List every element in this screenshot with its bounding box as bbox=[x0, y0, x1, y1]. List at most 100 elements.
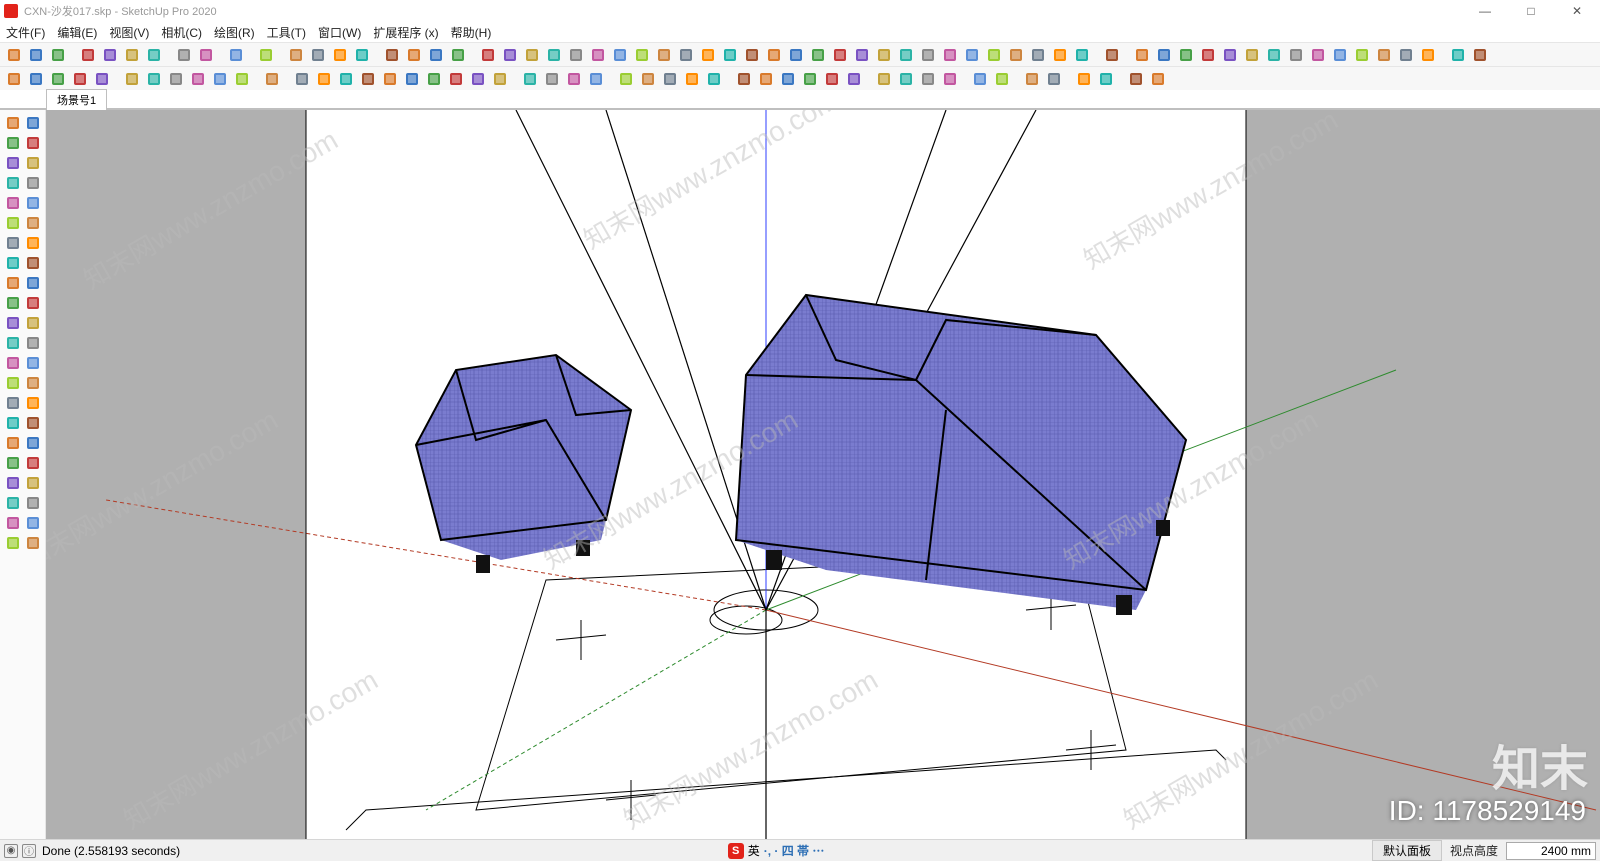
plugin-6-button[interactable] bbox=[1242, 45, 1262, 65]
walk-tool[interactable] bbox=[24, 434, 42, 452]
edge-soft-button[interactable] bbox=[1022, 69, 1042, 89]
sandbox-4-button[interactable] bbox=[358, 69, 378, 89]
bezier-1-button[interactable] bbox=[520, 69, 540, 89]
plugin-a-button[interactable] bbox=[874, 69, 894, 89]
zoom-button[interactable] bbox=[984, 45, 1004, 65]
flip-button[interactable] bbox=[992, 69, 1012, 89]
rectangle-tool[interactable] bbox=[4, 174, 22, 192]
axes-button[interactable] bbox=[830, 45, 850, 65]
plugin-x-tool[interactable] bbox=[4, 534, 22, 552]
plugin-4-button[interactable] bbox=[1198, 45, 1218, 65]
print-button[interactable] bbox=[226, 45, 246, 65]
style-hidden-button[interactable] bbox=[26, 69, 46, 89]
scene-next-button[interactable] bbox=[1148, 69, 1168, 89]
eraser-tool[interactable] bbox=[24, 134, 42, 152]
menu-extensions[interactable]: 扩展程序 (x) bbox=[373, 24, 438, 41]
zoom-extents-button[interactable] bbox=[1006, 45, 1026, 65]
rotate-button[interactable] bbox=[742, 45, 762, 65]
imagery-tool[interactable] bbox=[24, 454, 42, 472]
window-minimize-button[interactable]: — bbox=[1462, 0, 1508, 22]
sandbox-5-button[interactable] bbox=[380, 69, 400, 89]
curve-4-button[interactable] bbox=[800, 69, 820, 89]
walk-button[interactable] bbox=[1028, 45, 1048, 65]
solid-union-button[interactable] bbox=[616, 69, 636, 89]
plugin-b-button[interactable] bbox=[896, 69, 916, 89]
plugin-c-button[interactable] bbox=[918, 69, 938, 89]
text-button[interactable] bbox=[874, 45, 894, 65]
position-camera-button[interactable] bbox=[1072, 45, 1092, 65]
explode-button[interactable] bbox=[330, 45, 350, 65]
dimension-button[interactable] bbox=[852, 45, 872, 65]
geo-icon[interactable]: ◉ bbox=[4, 844, 18, 858]
3dtext-tool[interactable] bbox=[4, 354, 22, 372]
3dtext-button[interactable] bbox=[896, 45, 916, 65]
scale-tool[interactable] bbox=[4, 294, 22, 312]
scale-button[interactable] bbox=[764, 45, 784, 65]
curve-5-button[interactable] bbox=[822, 69, 842, 89]
zoom-window-tool[interactable] bbox=[24, 394, 42, 412]
weld-button[interactable] bbox=[1096, 69, 1116, 89]
sandbox-6-button[interactable] bbox=[402, 69, 422, 89]
polygon-button[interactable] bbox=[610, 45, 630, 65]
sandbox-b-tool[interactable] bbox=[24, 474, 42, 492]
sandbox-10-button[interactable] bbox=[490, 69, 510, 89]
solid-intersect-button[interactable] bbox=[660, 69, 680, 89]
plugin-12-button[interactable] bbox=[1374, 45, 1394, 65]
solid-split-button[interactable] bbox=[704, 69, 724, 89]
ime-indicator[interactable]: S 英 ·, · 四 帯 ⋯ bbox=[728, 842, 825, 859]
style-a-tool[interactable] bbox=[4, 514, 22, 532]
select-tool[interactable] bbox=[4, 114, 22, 132]
plugin-10-button[interactable] bbox=[1330, 45, 1350, 65]
file-save-button[interactable] bbox=[48, 45, 68, 65]
plugin-3-button[interactable] bbox=[1176, 45, 1196, 65]
plugin-11-button[interactable] bbox=[1352, 45, 1372, 65]
polygon-tool[interactable] bbox=[4, 214, 22, 232]
pushpull-button[interactable] bbox=[654, 45, 674, 65]
file-open-button[interactable] bbox=[26, 45, 46, 65]
menu-tools[interactable]: 工具(T) bbox=[267, 24, 306, 41]
sandbox-1-button[interactable] bbox=[292, 69, 312, 89]
followme-button[interactable] bbox=[676, 45, 696, 65]
plugin-13-button[interactable] bbox=[1396, 45, 1416, 65]
plugin-9-button[interactable] bbox=[1308, 45, 1328, 65]
solid-a-tool[interactable] bbox=[4, 494, 22, 512]
freehand-button[interactable] bbox=[544, 45, 564, 65]
plugin-y-tool[interactable] bbox=[24, 534, 42, 552]
plugin-1-button[interactable] bbox=[1132, 45, 1152, 65]
dimension-tool[interactable] bbox=[4, 334, 22, 352]
zoom-tool[interactable] bbox=[4, 394, 22, 412]
scene-prev-button[interactable] bbox=[1126, 69, 1146, 89]
layer-iso-button[interactable] bbox=[262, 69, 282, 89]
style-mono-button[interactable] bbox=[92, 69, 112, 89]
window-maximize-button[interactable]: □ bbox=[1508, 0, 1554, 22]
mirror-button[interactable] bbox=[970, 69, 990, 89]
sandbox-2-button[interactable] bbox=[314, 69, 334, 89]
sandbox-9-button[interactable] bbox=[468, 69, 488, 89]
previous-tool[interactable] bbox=[24, 414, 42, 432]
group-button[interactable] bbox=[308, 45, 328, 65]
geolocation-icons[interactable]: ◉ ⓘ bbox=[4, 844, 36, 858]
paste-button[interactable] bbox=[122, 45, 142, 65]
protractor-button[interactable] bbox=[808, 45, 828, 65]
orbit-button[interactable] bbox=[940, 45, 960, 65]
default-tray-button[interactable]: 默认面板 bbox=[1372, 840, 1442, 861]
tape-tool[interactable] bbox=[24, 294, 42, 312]
freehand-tool[interactable] bbox=[24, 154, 42, 172]
plugin-8-button[interactable] bbox=[1286, 45, 1306, 65]
lasso-tool[interactable] bbox=[24, 114, 42, 132]
sandbox-3-button[interactable] bbox=[336, 69, 356, 89]
menu-help[interactable]: 帮助(H) bbox=[451, 24, 492, 41]
redo-button[interactable] bbox=[196, 45, 216, 65]
pan-tool[interactable] bbox=[24, 374, 42, 392]
sandbox-7-button[interactable] bbox=[424, 69, 444, 89]
line-tool[interactable] bbox=[4, 154, 22, 172]
plugin-5-button[interactable] bbox=[1220, 45, 1240, 65]
bezier-2-button[interactable] bbox=[542, 69, 562, 89]
curve-6-button[interactable] bbox=[844, 69, 864, 89]
section-tool[interactable] bbox=[24, 354, 42, 372]
menu-view[interactable]: 视图(V) bbox=[109, 24, 149, 41]
view-right-button[interactable] bbox=[188, 69, 208, 89]
move-button[interactable] bbox=[720, 45, 740, 65]
view-front-button[interactable] bbox=[166, 69, 186, 89]
edge-hard-button[interactable] bbox=[1044, 69, 1064, 89]
